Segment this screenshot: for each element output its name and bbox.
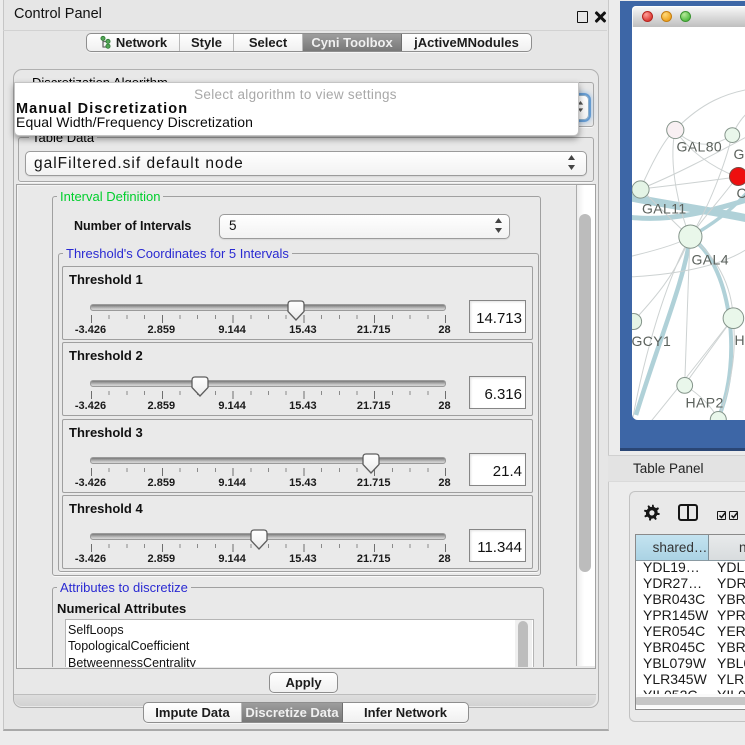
svg-text:GCY1: GCY1 [632, 333, 671, 349]
svg-text:C: C [737, 185, 745, 201]
svg-text:GAL80: GAL80 [677, 139, 723, 155]
svg-text:HAP2: HAP2 [686, 395, 724, 411]
svg-text:GAL4: GAL4 [692, 252, 729, 268]
svg-text:G.: G. [734, 146, 745, 162]
svg-text:H: H [735, 332, 745, 348]
svg-text:GAL11: GAL11 [642, 201, 687, 217]
